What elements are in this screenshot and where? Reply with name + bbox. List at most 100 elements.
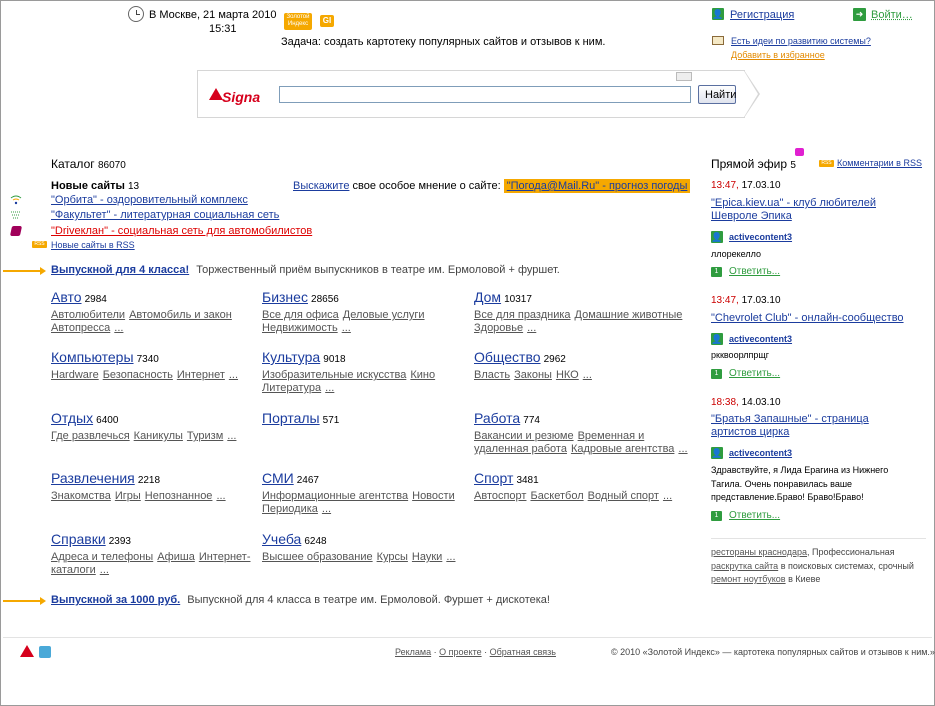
category-title[interactable]: Авто [51,289,82,305]
subcategory-link[interactable]: Туризм [187,430,223,442]
more-link[interactable]: ... [322,503,331,515]
add-favorites-link[interactable]: Добавить в избранное [731,50,825,60]
category-title[interactable]: Дом [474,289,501,305]
ideas-link[interactable]: Есть идеи по развитию системы? [731,36,871,46]
search-button[interactable]: Найти [698,85,736,104]
opinion-link[interactable]: Выскажите [293,180,349,192]
category-title[interactable]: Работа [474,410,520,426]
search-input[interactable] [279,86,691,103]
subcategory-link[interactable]: Власть [474,369,510,381]
subcategory-link[interactable]: Адреса и телефоны [51,551,153,563]
subcategory-link[interactable]: Литература [262,382,321,394]
more-link[interactable]: ... [325,382,334,394]
subcategory-link[interactable]: Высшее образование [262,551,373,563]
category-title[interactable]: СМИ [262,470,294,486]
category-title[interactable]: Общество [474,349,541,365]
promo-2-link[interactable]: Выпускной за 1000 руб. [51,594,180,606]
new-site-link[interactable]: "Орбита" - оздоровительный комплекс [51,194,248,206]
subcategory-link[interactable]: Временная и [578,430,645,442]
new-sites-rss-link[interactable]: Новые сайты в RSS [51,240,135,250]
new-site-link[interactable]: "Driveклан" - социальная сеть для автомо… [51,225,312,237]
more-link[interactable]: ... [216,490,225,502]
footer-link-ads[interactable]: Реклама [395,647,431,657]
site-logo[interactable]: Золотой Индекс [284,13,312,30]
category-title[interactable]: Бизнес [262,289,308,305]
subcategory-link[interactable]: Безопасность [103,369,173,381]
subcategory-link[interactable]: Курсы [377,551,408,563]
reply-link[interactable]: Ответить... [729,266,780,277]
category-title[interactable]: Культура [262,349,320,365]
promo-1-link[interactable]: Выпускной для 4 класса! [51,264,189,276]
subcategory-link[interactable]: Непознанное [145,490,213,502]
more-link[interactable]: ... [527,322,536,334]
more-link[interactable]: ... [114,322,123,334]
feed-site-link[interactable]: "Chevrolet Club" - онлайн-сообщество [711,312,911,324]
subcategory-link[interactable]: Автопресса [51,322,110,334]
subcategory-link[interactable]: Изобразительные искусства [262,369,406,381]
subcategory-link[interactable]: Баскетбол [530,490,583,502]
more-link[interactable]: ... [227,430,236,442]
subcategory-link[interactable]: Деловые услуги [343,309,425,321]
more-link[interactable]: ... [678,443,687,455]
subcategory-link[interactable]: Водный спорт [588,490,659,502]
subcategory-link[interactable]: Кино [410,369,435,381]
category-title[interactable]: Учеба [262,531,301,547]
feed-site-link[interactable]: "Братья Запашные" - страница артистов ци… [711,413,911,439]
reply-link[interactable]: Ответить... [729,510,780,521]
category-title[interactable]: Спорт [474,470,513,486]
more-link[interactable]: ... [446,551,455,563]
footer-logo-red-icon[interactable] [20,645,34,657]
feed-user-link[interactable]: activecontent3 [729,334,792,344]
subcategory-link[interactable]: Кадровые агентства [571,443,674,455]
subcategory-link[interactable]: Афиша [157,551,195,563]
login-link[interactable]: Войти… [871,9,913,21]
category-title[interactable]: Справки [51,531,106,547]
subcategory-link[interactable]: Вакансии и резюме [474,430,574,442]
subcategory-link[interactable]: Все для офиса [262,309,339,321]
keyboard-icon[interactable] [676,72,692,81]
subcategory-link[interactable]: Все для праздника [474,309,571,321]
opinion-site-link[interactable]: "Погода@Mail.Ru" - прогноз погоды [507,180,688,192]
category-title[interactable]: Отдых [51,410,93,426]
feed-site-link[interactable]: "Epica.kiev.ua" - клуб любителей Шевроле… [711,197,911,223]
footer-link-feedback[interactable]: Обратная связь [490,647,556,657]
more-link[interactable]: ... [229,369,238,381]
subcategory-link[interactable]: Новости [412,490,455,502]
new-site-link[interactable]: "Факультет" - литературная социальная се… [51,209,279,221]
subcategory-link[interactable]: Автоспорт [474,490,526,502]
feed-user-link[interactable]: activecontent3 [729,232,792,242]
subcategory-link[interactable]: Законы [514,369,552,381]
subcategory-link[interactable]: Здоровье [474,322,523,334]
footer-logo-blue-icon[interactable] [39,646,51,658]
feed-user-link[interactable]: activecontent3 [729,448,792,458]
subcategory-link[interactable]: удаленная работа [474,443,567,455]
subcategory-link[interactable]: Интернет- [199,551,251,563]
subcategory-link[interactable]: Автолюбители [51,309,125,321]
more-link[interactable]: ... [100,564,109,576]
subcategory-link[interactable]: Автомобиль и закон [129,309,232,321]
subcategory-link[interactable]: Периодика [262,503,318,515]
subcategory-link[interactable]: Науки [412,551,442,563]
subcategory-link[interactable]: Каникулы [134,430,183,442]
subcategory-link[interactable]: Домашние животные [575,309,683,321]
comments-rss-link[interactable]: Комментарии в RSS [837,158,922,168]
opinion-site-badge[interactable]: "Погода@Mail.Ru" - прогноз погоды [503,179,691,193]
category-title[interactable]: Компьютеры [51,349,134,365]
more-link[interactable]: ... [663,490,672,502]
ad-link[interactable]: ремонт ноутбуков [711,574,786,584]
subcategory-link[interactable]: Интернет [177,369,225,381]
category-title[interactable]: Развлечения [51,470,135,486]
more-link[interactable]: ... [342,322,351,334]
subcategory-link[interactable]: Знакомства [51,490,111,502]
subcategory-link[interactable]: Hardware [51,369,99,381]
subcategory-link[interactable]: Где развлечься [51,430,130,442]
subcategory-link[interactable]: каталоги [51,564,96,576]
reply-link[interactable]: Ответить... [729,368,780,379]
more-link[interactable]: ... [583,369,592,381]
subcategory-link[interactable]: Недвижимость [262,322,338,334]
ad-link[interactable]: рестораны краснодара [711,547,807,557]
subcategory-link[interactable]: Информационные агентства [262,490,408,502]
footer-link-about[interactable]: О проекте [439,647,481,657]
subcategory-link[interactable]: Игры [115,490,141,502]
ad-link[interactable]: раскрутка сайта [711,561,778,571]
